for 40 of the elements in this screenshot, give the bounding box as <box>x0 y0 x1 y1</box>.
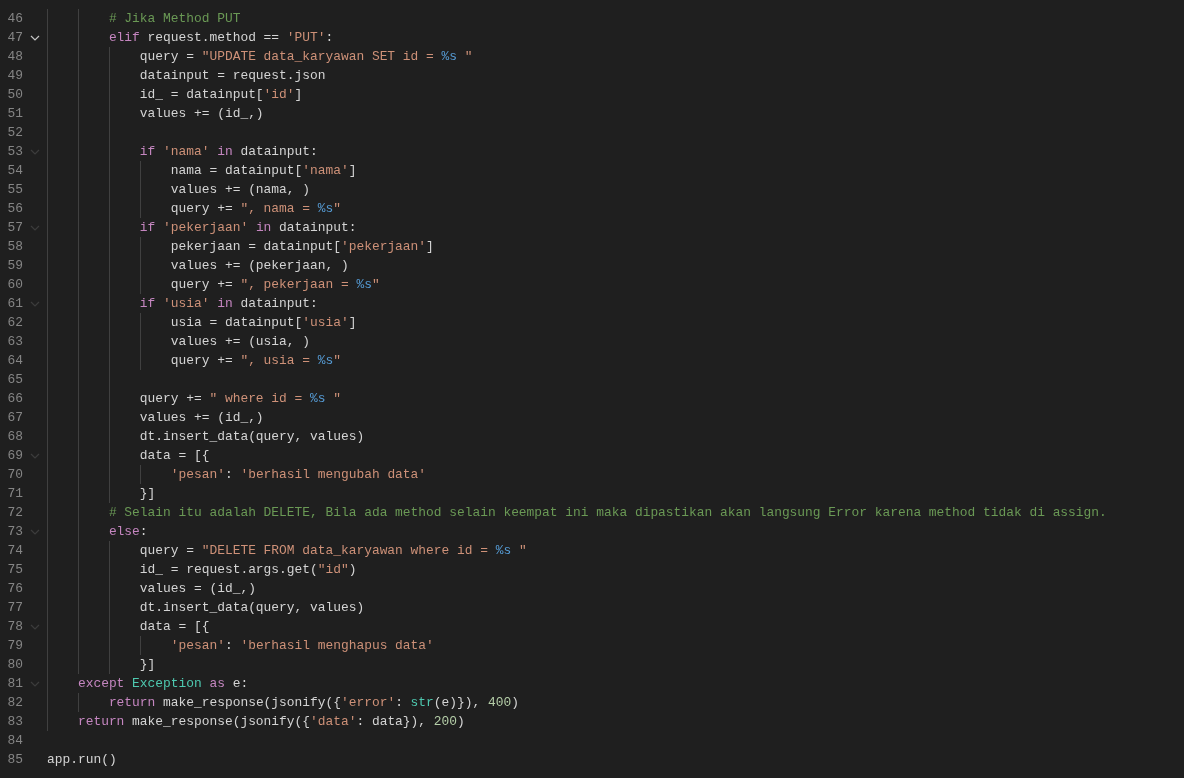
line-number: 57 <box>6 220 23 235</box>
line-number: 56 <box>6 201 23 216</box>
line-number: 84 <box>6 733 23 748</box>
line-number: 65 <box>6 372 23 387</box>
line-number: 81 <box>6 676 23 691</box>
line-number: 46 <box>6 11 23 26</box>
line-number: 66 <box>6 391 23 406</box>
line-number: 47 <box>6 30 23 45</box>
line-number: 50 <box>6 87 23 102</box>
line-number: 73 <box>6 524 23 539</box>
line-number: 69 <box>6 448 23 463</box>
line-number: 60 <box>6 277 23 292</box>
line-number: 71 <box>6 486 23 501</box>
line-number: 54 <box>6 163 23 178</box>
line-number: 48 <box>6 49 23 64</box>
line-number: 58 <box>6 239 23 254</box>
line-number: 79 <box>6 638 23 653</box>
line-number: 78 <box>6 619 23 634</box>
line-number: 53 <box>6 144 23 159</box>
line-number: 59 <box>6 258 23 273</box>
line-number: 49 <box>6 68 23 83</box>
line-number: 72 <box>6 505 23 520</box>
line-number: 80 <box>6 657 23 672</box>
line-number: 77 <box>6 600 23 615</box>
line-number: 75 <box>6 562 23 577</box>
line-number: 76 <box>6 581 23 596</box>
line-number: 74 <box>6 543 23 558</box>
line-number: 62 <box>6 315 23 330</box>
line-number: 82 <box>6 695 23 710</box>
line-number: 64 <box>6 353 23 368</box>
line-number: 83 <box>6 714 23 729</box>
line-number: 51 <box>6 106 23 121</box>
line-number: 52 <box>6 125 23 140</box>
line-number: 67 <box>6 410 23 425</box>
line-number: 55 <box>6 182 23 197</box>
line-number: 85 <box>6 752 23 767</box>
line-number: 70 <box>6 467 23 482</box>
line-number: 63 <box>6 334 23 349</box>
line-number: 68 <box>6 429 23 444</box>
line-number: 61 <box>6 296 23 311</box>
